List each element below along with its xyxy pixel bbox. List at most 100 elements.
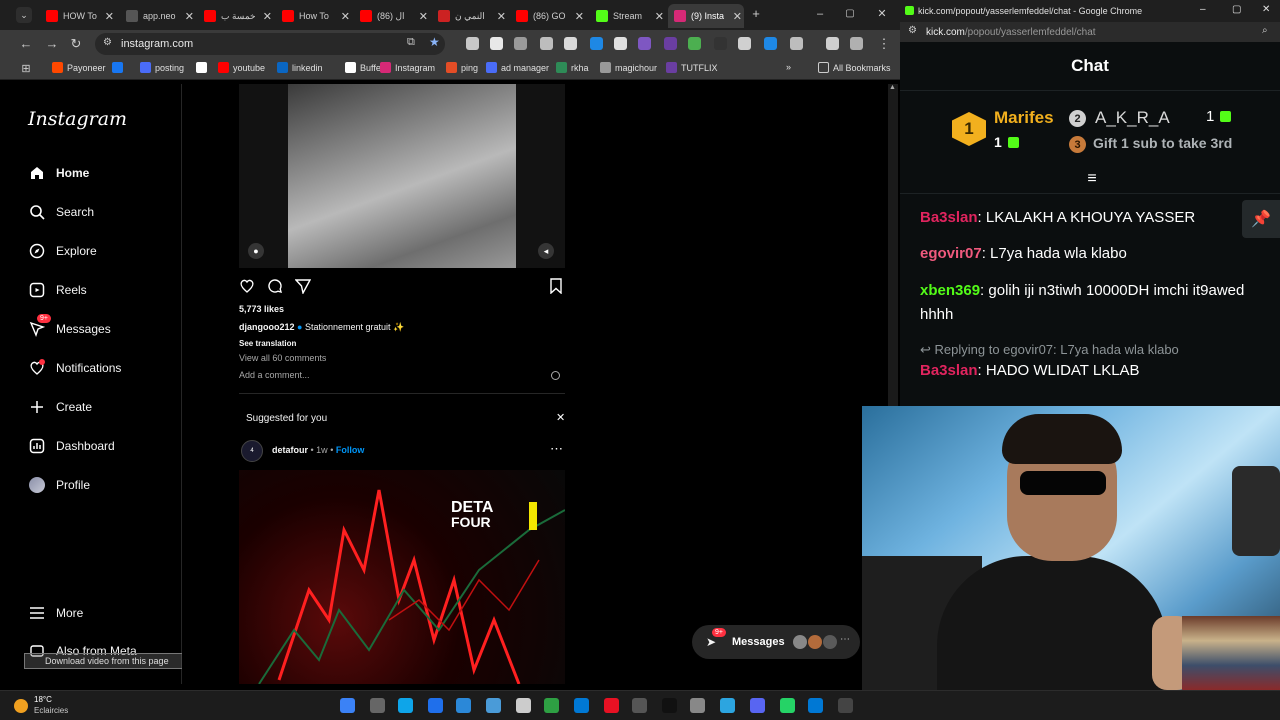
browser-tab[interactable]: Stream ✕: [590, 4, 666, 28]
minimize-icon[interactable]: –: [812, 6, 828, 22]
kick-zoom-icon[interactable]: ⌕: [1262, 25, 1268, 36]
browser-tab[interactable]: النمي ن ✕: [432, 4, 508, 28]
tagged-user-icon[interactable]: ●: [248, 243, 264, 259]
bookmark-item[interactable]: rkha: [556, 62, 589, 73]
chat-username[interactable]: Ba3slan: [920, 209, 978, 226]
rank-3-cta[interactable]: Gift 1 sub to take 3rd: [1093, 135, 1232, 151]
bookmark-item[interactable]: ping: [446, 62, 478, 73]
browser-tab[interactable]: How To ✕: [276, 4, 352, 28]
address-bar[interactable]: ⚙ instagram.com ⧉ ★: [95, 33, 445, 55]
scroll-up-icon[interactable]: ▲: [889, 84, 896, 91]
extension-icon[interactable]: [850, 37, 863, 50]
taskbar-app-icon[interactable]: [838, 698, 853, 713]
windows-start-icon[interactable]: [340, 698, 355, 713]
kick-address-bar[interactable]: ⚙ kick.com/popout/yasserlemfeddel/chat ⌕: [900, 22, 1280, 42]
close-tab-icon[interactable]: ✕: [105, 10, 114, 23]
instagram-logo[interactable]: Instagram: [28, 108, 127, 130]
nav-search[interactable]: Search: [28, 203, 94, 221]
add-comment-input[interactable]: Add a comment...: [239, 370, 310, 380]
post-username[interactable]: djangooo212: [239, 322, 295, 332]
taskbar-app-icon[interactable]: [544, 698, 559, 713]
new-tab-icon[interactable]: +: [748, 6, 764, 22]
comment-icon[interactable]: [267, 278, 283, 294]
chrome-menu-icon[interactable]: ⋮: [876, 36, 892, 52]
rank-2-name[interactable]: A_K_R_A: [1095, 108, 1170, 128]
close-window-icon[interactable]: ✕: [874, 6, 890, 22]
tab-search-icon[interactable]: ⌄: [16, 7, 32, 23]
see-translation-link[interactable]: See translation: [239, 339, 296, 348]
browser-tab[interactable]: (86) ال ✕: [354, 4, 430, 28]
chat-username[interactable]: egovir07: [920, 245, 982, 262]
taskbar-app-icon[interactable]: [456, 698, 471, 713]
back-icon[interactable]: ←: [18, 36, 34, 52]
browser-tab[interactable]: HOW To ✕: [40, 4, 116, 28]
extension-icon[interactable]: [826, 37, 839, 50]
more-options-icon[interactable]: ⋯: [550, 441, 563, 457]
kick-site-info-icon[interactable]: ⚙: [908, 25, 917, 36]
kick-minimize-icon[interactable]: –: [1200, 4, 1206, 15]
chat-username[interactable]: Ba3slan: [920, 362, 978, 379]
nav-create[interactable]: Create: [28, 398, 92, 416]
all-bookmarks[interactable]: All Bookmarks: [818, 62, 891, 73]
likes-count[interactable]: 5,773 likes: [239, 304, 284, 314]
taskbar-app-icon[interactable]: [486, 698, 501, 713]
pin-icon[interactable]: 📌: [1242, 200, 1280, 238]
browser-tab[interactable]: (86) GO ✕: [510, 4, 586, 28]
weather-text[interactable]: Eclaircies: [34, 706, 68, 715]
taskbar-app-icon[interactable]: [720, 698, 735, 713]
reload-icon[interactable]: ↻: [68, 36, 84, 52]
close-tab-icon[interactable]: ✕: [263, 10, 272, 23]
messages-floating-bar[interactable]: ➤ 9+ Messages ⋯: [692, 625, 860, 659]
bookmark-item[interactable]: magichour: [600, 62, 657, 73]
taskbar-app-icon[interactable]: [428, 698, 443, 713]
browser-tab[interactable]: خمسة ب ✕: [198, 4, 274, 28]
bookmark-item[interactable]: Buffer: [345, 62, 384, 73]
temperature[interactable]: 18°C: [34, 695, 52, 704]
save-bookmark-icon[interactable]: [549, 278, 563, 295]
taskbar-app-icon[interactable]: [750, 698, 765, 713]
bookmark-item[interactable]: youtube: [218, 62, 265, 73]
browser-tab[interactable]: (9) Insta ✕: [668, 4, 744, 28]
maximize-icon[interactable]: ▢: [842, 6, 858, 22]
close-tab-icon[interactable]: ✕: [655, 10, 664, 23]
taskbar-app-icon[interactable]: [808, 698, 823, 713]
view-comments-link[interactable]: View all 60 comments: [239, 353, 326, 363]
close-tab-icon[interactable]: ✕: [497, 10, 506, 23]
extension-icon[interactable]: [466, 37, 479, 50]
site-info-icon[interactable]: ⚙: [103, 37, 112, 48]
extension-icon[interactable]: [638, 37, 651, 50]
weather-icon[interactable]: [14, 699, 28, 713]
post-video[interactable]: [288, 84, 516, 268]
bookmark-item[interactable]: ad manager: [486, 62, 549, 73]
volume-icon[interactable]: ◂: [538, 243, 554, 259]
nav-dashboard[interactable]: Dashboard: [28, 437, 115, 455]
suggested-post-image[interactable]: DETA FOUR: [239, 470, 565, 684]
taskbar-app-icon[interactable]: [662, 698, 677, 713]
close-tab-icon[interactable]: ✕: [185, 10, 194, 23]
bookmark-item[interactable]: posting: [140, 62, 184, 73]
like-heart-icon[interactable]: [239, 278, 255, 294]
extension-icon[interactable]: [688, 37, 701, 50]
nav-reels[interactable]: Reels: [28, 281, 87, 299]
bookmark-item[interactable]: TUTFLIX: [666, 62, 718, 73]
bookmark-item[interactable]: linkedin: [277, 62, 323, 73]
nav-home[interactable]: Home: [28, 164, 89, 182]
extension-icon[interactable]: [514, 37, 527, 50]
extension-icon[interactable]: [764, 37, 777, 50]
bookmark-star-icon[interactable]: ★: [429, 35, 440, 49]
taskbar-app-icon[interactable]: [690, 698, 705, 713]
suggested-username[interactable]: detafour: [272, 445, 308, 455]
install-app-icon[interactable]: ⧉: [407, 36, 415, 49]
detafour-avatar[interactable]: 4: [241, 440, 263, 462]
bookmark-item[interactable]: Instagram: [380, 62, 435, 73]
follow-button[interactable]: Follow: [336, 445, 365, 455]
taskbar-app-icon[interactable]: [516, 698, 531, 713]
forward-icon[interactable]: →: [44, 36, 60, 52]
extension-icon[interactable]: [738, 37, 751, 50]
nav-messages[interactable]: 9+ Messages: [28, 314, 111, 338]
extension-icon[interactable]: [590, 37, 603, 50]
share-icon[interactable]: [294, 278, 312, 296]
apps-grid-icon[interactable]: ⊞: [18, 61, 34, 77]
kick-close-icon[interactable]: ✕: [1262, 4, 1270, 15]
rank-1-name[interactable]: Marifes: [994, 108, 1054, 128]
